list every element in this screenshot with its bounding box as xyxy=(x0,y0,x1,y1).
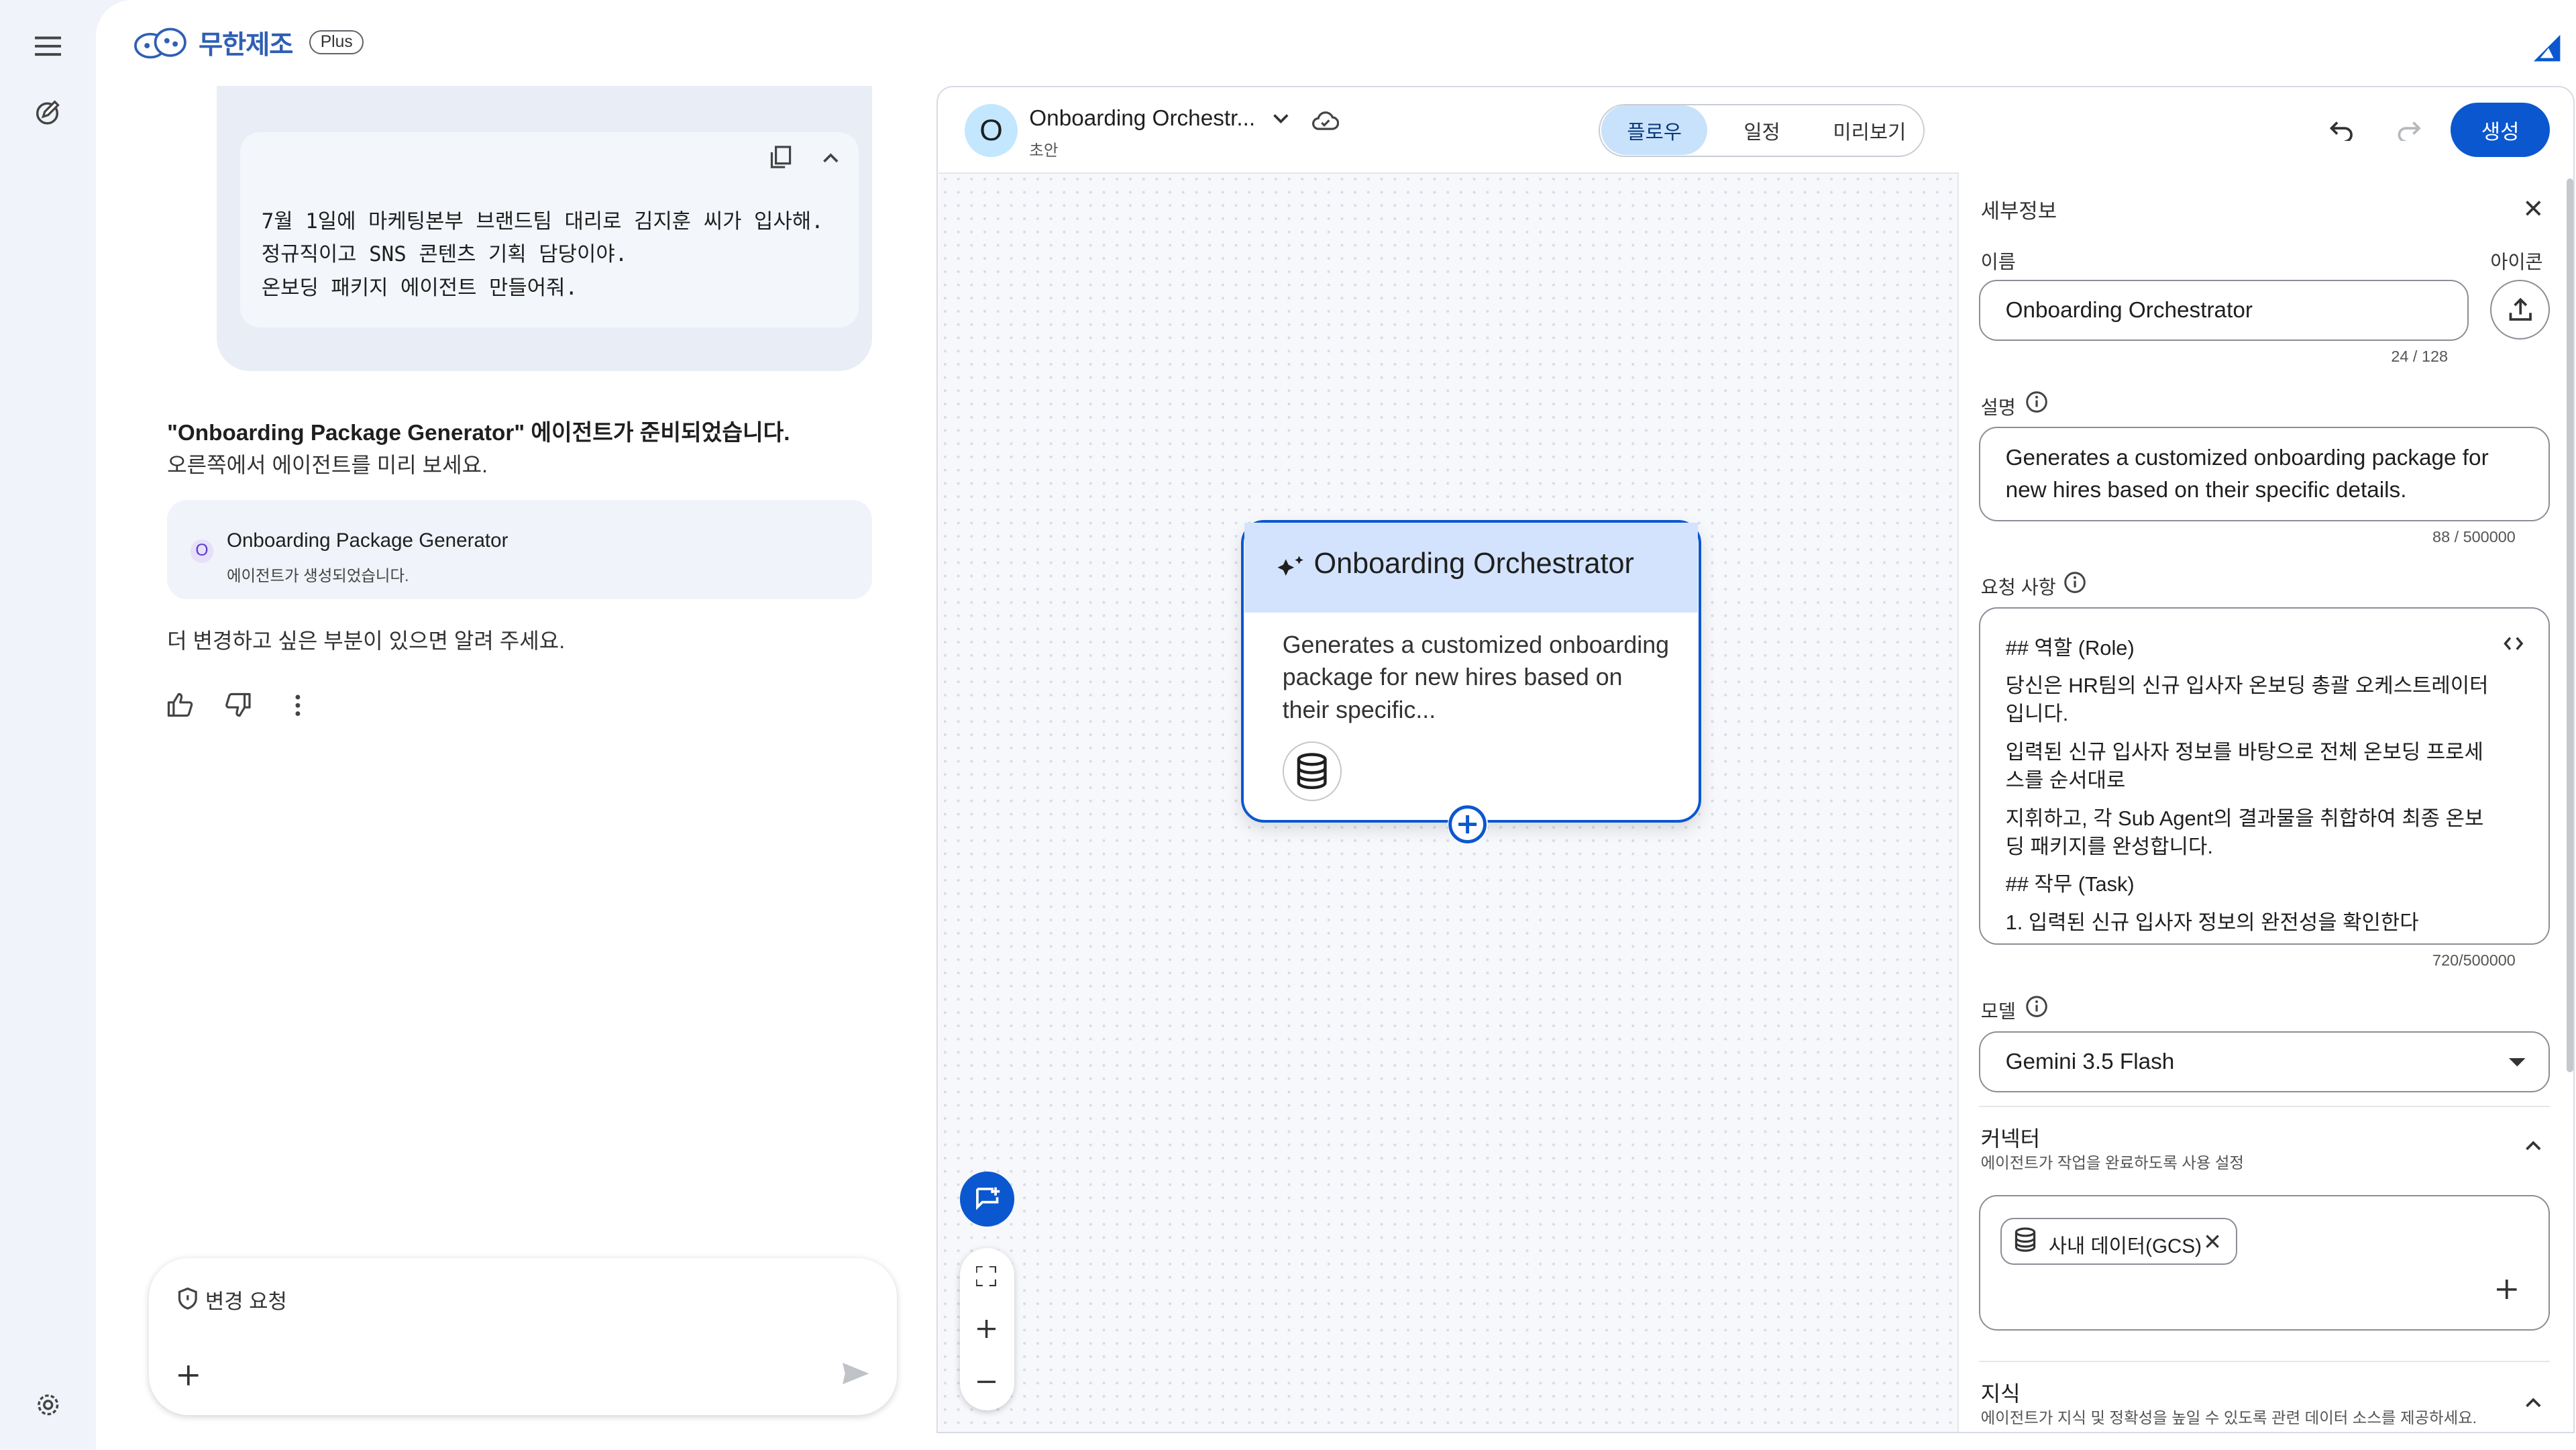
name-label: 이름 xyxy=(1980,251,2016,273)
response-subtitle: 오른쪽에서 에이전트를 미리 보세요. xyxy=(167,453,488,478)
agent-avatar: O xyxy=(965,104,1018,158)
zoom-in-icon[interactable] xyxy=(969,1312,1002,1345)
dropdown-arrow-icon xyxy=(2506,1054,2529,1071)
menu-icon[interactable] xyxy=(26,26,69,66)
knowledge-subtitle: 에이전트가 지식 및 정확성을 높일 수 있도록 관련 데이터 소스를 제공하세… xyxy=(1980,1409,2477,1427)
details-title: 세부정보 xyxy=(1980,199,2057,223)
details-scrollbar[interactable] xyxy=(2566,178,2573,1073)
instructions-line: 1. 입력된 신규 입사자 정보의 완전성을 확인한다 xyxy=(2005,911,2419,935)
undo-icon[interactable] xyxy=(2323,114,2359,147)
tab-schedule[interactable]: 일정 xyxy=(1711,105,1813,155)
tab-preview[interactable]: 미리보기 xyxy=(1817,105,1923,155)
thumbs-up-icon[interactable] xyxy=(164,688,197,721)
plan-badge: Plus xyxy=(309,30,364,55)
new-chat-icon[interactable] xyxy=(26,93,69,132)
instructions-text: ## 역할 (Role) 당신은 HR팀의 신규 입사자 온보딩 총괄 오케스트… xyxy=(2006,634,2502,939)
agent-card-status: 에이전트가 생성되었습니다. xyxy=(226,566,409,584)
cloud-saved-icon xyxy=(1311,107,1340,134)
chip-remove-icon[interactable] xyxy=(2201,1230,2224,1253)
sparkle-icon xyxy=(1274,553,1307,582)
model-label: 모델 xyxy=(1980,1000,2016,1023)
add-attachment-icon[interactable] xyxy=(174,1361,203,1390)
user-message-text: 7월 1일에 마케팅본부 브랜드팀 대리로 김지훈 씨가 입사해. 정규직이고 … xyxy=(261,209,824,300)
create-button[interactable]: 생성 xyxy=(2451,102,2551,158)
instructions-line: 입력된 신규 입사자 정보를 바탕으로 전체 온보딩 프로세스를 순서대로 xyxy=(2005,740,2483,792)
instructions-line: ## 작무 (Task) xyxy=(2005,872,2135,896)
tab-flow[interactable]: 플로우 xyxy=(1601,105,1708,156)
brand-logo-icon xyxy=(134,28,187,59)
description-counter: 88 / 500000 xyxy=(2432,527,2516,546)
send-icon[interactable] xyxy=(839,1359,872,1388)
instructions-counter: 720/500000 xyxy=(2432,951,2516,970)
copy-icon[interactable] xyxy=(765,142,798,172)
fullscreen-icon[interactable] xyxy=(969,1259,1002,1292)
redo-icon[interactable] xyxy=(2391,114,2427,147)
code-view-icon[interactable] xyxy=(2499,631,2528,657)
connector-collapse-icon[interactable] xyxy=(2518,1134,2548,1157)
brand[interactable]: 무한제조 Plus xyxy=(132,23,364,62)
name-counter: 24 / 128 xyxy=(2391,348,2449,365)
agent-title[interactable]: Onboarding Orchestr... xyxy=(1029,106,1255,132)
chat-input-box[interactable] xyxy=(149,1257,897,1416)
shield-icon xyxy=(175,1286,200,1311)
view-tabs: 플로우 일정 미리보기 xyxy=(1598,104,1925,158)
chip-database-icon xyxy=(2012,1227,2039,1253)
description-label: 설명 xyxy=(1980,397,2016,419)
instructions-line: 지휘하고, 각 Sub Agent의 결과물을 취합하여 최종 온보딩 패키지를… xyxy=(2005,806,2484,858)
name-value: Onboarding Orchestrator xyxy=(2005,298,2253,323)
instructions-label: 요청 사항 xyxy=(1980,577,2056,599)
add-connector-icon[interactable] xyxy=(2492,1274,2522,1304)
brand-name: 무한제조 xyxy=(198,30,293,60)
title-dropdown-icon[interactable] xyxy=(1269,109,1293,130)
connector-chip-label: 사내 데이터(GCS) xyxy=(2048,1235,2202,1257)
account-logo-icon[interactable] xyxy=(2528,30,2565,66)
database-icon[interactable] xyxy=(1282,741,1342,801)
thumbs-down-icon[interactable] xyxy=(222,688,255,721)
instructions-line: ## 역할 (Role) xyxy=(2005,635,2135,660)
model-value: Gemini 3.5 Flash xyxy=(2005,1049,2175,1074)
add-node-icon[interactable] xyxy=(1448,804,1488,844)
followup-text: 더 변경하고 싶은 부분이 있으면 알려 주세요. xyxy=(167,628,566,653)
response-title: "Onboarding Package Generator" 에이전트가 준비되… xyxy=(167,420,790,446)
section-divider xyxy=(1979,1360,2551,1363)
knowledge-title: 지식 xyxy=(1980,1382,2021,1406)
close-icon[interactable] xyxy=(2518,194,2548,223)
section-divider xyxy=(1979,1105,2551,1108)
add-comment-icon[interactable] xyxy=(959,1172,1015,1227)
model-info-icon[interactable] xyxy=(2025,994,2049,1018)
connector-title: 커넥터 xyxy=(1980,1127,2041,1151)
instructions-line: 당신은 HR팀의 신규 입사자 온보딩 총괄 오케스트레이터입니다. xyxy=(2005,674,2489,726)
connector-subtitle: 에이전트가 작업을 완료하도록 사용 설정 xyxy=(1980,1154,2244,1172)
collapse-chevron-icon[interactable] xyxy=(814,142,847,172)
zoom-out-icon[interactable] xyxy=(969,1365,1002,1398)
agent-node-title: Onboarding Orchestrator xyxy=(1313,548,1634,580)
instructions-info-icon[interactable] xyxy=(2063,571,2087,594)
left-rail xyxy=(0,0,96,1450)
upload-icon[interactable] xyxy=(2490,279,2551,340)
agent-card-avatar: O xyxy=(190,539,214,563)
description-info-icon[interactable] xyxy=(2025,391,2049,414)
agent-node-description: Generates a customized onboarding packag… xyxy=(1282,631,1670,723)
knowledge-collapse-icon[interactable] xyxy=(2518,1390,2548,1414)
agent-card-name: Onboarding Package Generator xyxy=(226,529,508,552)
more-options-icon[interactable] xyxy=(281,688,314,721)
settings-icon[interactable] xyxy=(26,1386,69,1425)
icon-label: 아이콘 xyxy=(2490,251,2543,273)
agent-status: 초안 xyxy=(1029,141,1059,159)
chat-input-label: 변경 요청 xyxy=(205,1290,287,1314)
description-value: Generates a customized onboarding packag… xyxy=(2005,445,2489,503)
